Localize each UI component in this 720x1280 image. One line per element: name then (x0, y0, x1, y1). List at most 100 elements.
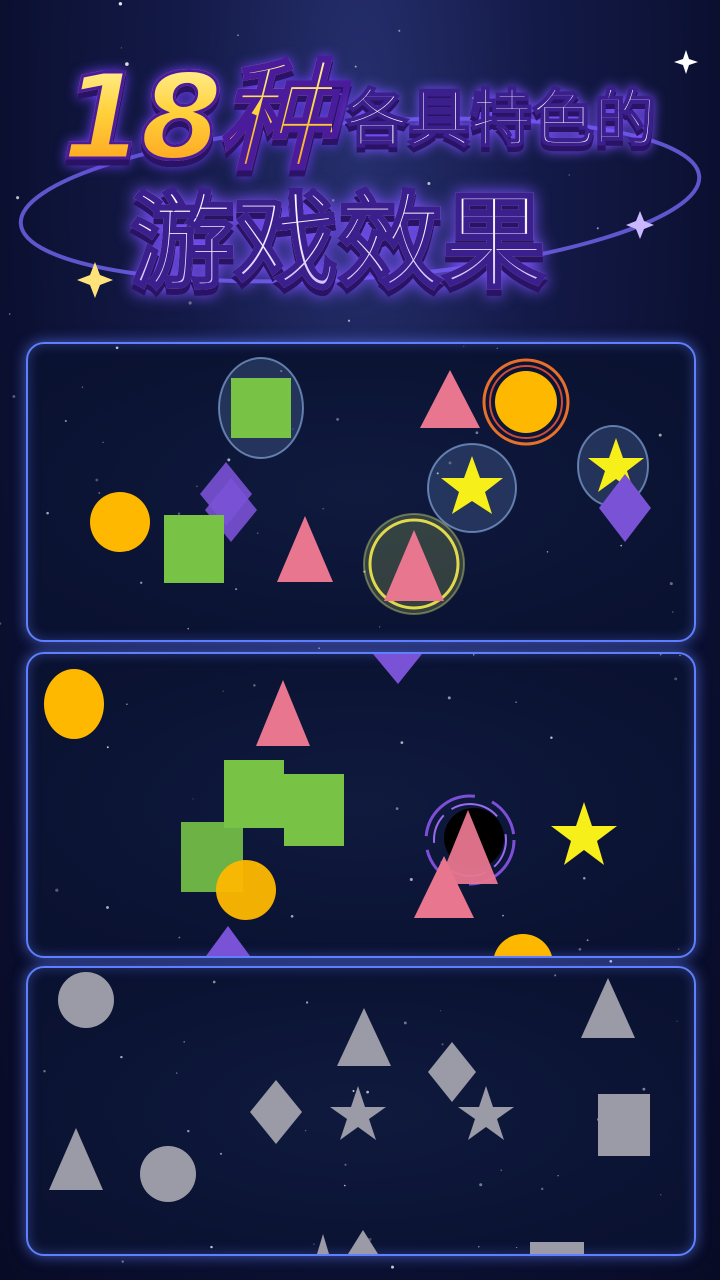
star-dot (496, 347, 498, 350)
pink-triangle[interactable] (277, 516, 333, 582)
star-dot (557, 1175, 559, 1177)
star-dot (305, 1001, 309, 1004)
star-dot (366, 1090, 369, 1094)
purple-diamond[interactable] (373, 654, 422, 684)
star-dot (219, 1152, 223, 1155)
star-dot (395, 807, 399, 810)
pink-triangle[interactable] (256, 680, 310, 746)
gray-circle[interactable] (140, 1146, 196, 1202)
yellow-circle[interactable] (90, 492, 150, 552)
star-dot (659, 654, 662, 656)
star-dot (290, 915, 294, 918)
star-dot (106, 746, 109, 749)
gray-star[interactable] (458, 1086, 514, 1140)
star-dot (46, 511, 49, 515)
pink-triangle[interactable] (420, 370, 480, 428)
main-title: 游戏效果 (128, 181, 547, 303)
star-dot (187, 627, 189, 630)
star-dot (658, 433, 662, 437)
star-dot (554, 974, 557, 977)
star-dot (227, 458, 231, 462)
star-dot (336, 418, 339, 421)
effect-scene-3 (43, 972, 678, 1254)
star-dot (106, 906, 109, 909)
star-dot (210, 1245, 213, 1249)
star-dot (0, 622, 2, 625)
star-dot (515, 701, 517, 703)
star-dot (187, 1129, 190, 1133)
star-dot (140, 581, 143, 584)
green-square[interactable] (284, 774, 344, 846)
star-dot (586, 939, 589, 942)
yellow-circle[interactable] (495, 371, 557, 433)
star-dot (344, 1184, 346, 1187)
star-dot (177, 512, 181, 515)
star-dot (126, 703, 128, 705)
gray-triangle[interactable] (348, 1230, 378, 1254)
star-dot (475, 431, 479, 435)
gray-triangle[interactable] (337, 1008, 391, 1066)
gray-circle[interactable] (58, 972, 114, 1028)
effect-panel-1 (26, 342, 696, 642)
star-dot (479, 1183, 483, 1187)
star-dot (313, 1243, 315, 1245)
star-dot (642, 1087, 646, 1091)
yellow-star[interactable] (551, 802, 617, 865)
star-dot (620, 544, 623, 547)
star-dot (546, 551, 549, 553)
star-dot (440, 1010, 442, 1012)
star-dot (550, 736, 553, 739)
star-dot (344, 1163, 347, 1166)
star-dot (583, 876, 586, 880)
star-dot (318, 647, 320, 649)
star-dot (102, 441, 104, 444)
star-dot (222, 690, 224, 692)
star-dot (43, 1070, 46, 1073)
star-dot (502, 914, 504, 917)
star-dot (403, 1021, 407, 1025)
star-dot (183, 1040, 186, 1043)
star-dot (235, 588, 238, 591)
yellow-circle[interactable] (216, 860, 276, 920)
star-dot (196, 485, 198, 487)
gray-star[interactable] (330, 1086, 386, 1140)
effect-scene-2 (44, 654, 681, 956)
star-dot (55, 888, 59, 892)
subtitle: 各具特色的 (345, 82, 657, 155)
star-dot (516, 1246, 518, 1249)
star-dot (672, 611, 674, 613)
yellow-circle[interactable] (44, 669, 104, 739)
star-dot (64, 419, 67, 423)
gray-square[interactable] (598, 1094, 650, 1156)
star-dot (178, 936, 181, 939)
gray-triangle[interactable] (581, 978, 635, 1038)
star-dot (352, 1089, 355, 1093)
yellow-circle[interactable] (493, 934, 553, 956)
star-dot (500, 1169, 502, 1171)
gray-square[interactable] (530, 1242, 584, 1254)
star-dot (441, 1043, 444, 1046)
star-dot (98, 491, 101, 494)
star-dot (379, 626, 381, 628)
star-dot (95, 478, 99, 482)
star-dot (257, 532, 259, 534)
star-dot (304, 1129, 307, 1132)
gray-diamond[interactable] (250, 1080, 302, 1144)
green-square[interactable] (164, 515, 224, 583)
star-dot (677, 948, 680, 950)
gray-triangle[interactable] (317, 1234, 329, 1254)
star-dot (120, 1055, 123, 1059)
star-dot (447, 696, 451, 700)
purple-diamond[interactable] (206, 926, 250, 956)
star-dot (540, 1187, 544, 1191)
star-dot (121, 1260, 124, 1263)
star-dot (676, 1020, 678, 1022)
gray-triangle[interactable] (49, 1128, 103, 1190)
star-dot (578, 947, 582, 951)
green-square[interactable] (231, 378, 291, 438)
star-dot (409, 878, 413, 881)
effect-panel-3 (26, 966, 696, 1256)
gray-diamond[interactable] (428, 1042, 476, 1102)
title-header: 18种 各具特色的 游戏效果 (0, 0, 720, 340)
green-square[interactable] (224, 760, 284, 828)
